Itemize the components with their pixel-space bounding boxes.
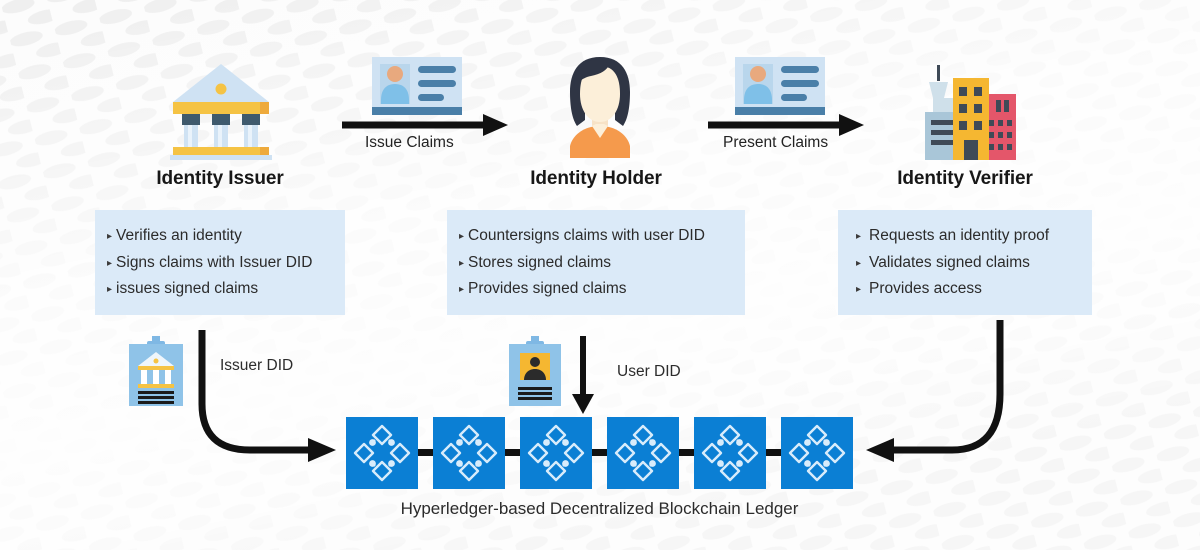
bullet-icon: ▸ xyxy=(107,257,113,269)
list-item: ▸ Requests an identity proof xyxy=(856,224,1082,251)
bullet-text: Requests an identity proof xyxy=(869,227,1050,244)
issuer-did-label: Issuer DID xyxy=(220,357,294,374)
list-item: ▸ Provides signed claims xyxy=(459,277,735,304)
panel-issuer: ▸ Verifies an identity ▸ Signs claims with… xyxy=(95,210,345,315)
ledger-connector xyxy=(679,449,695,456)
list-item: ▸ Stores signed claims xyxy=(459,251,735,278)
issuer-did-arrow xyxy=(198,330,336,462)
bullet-icon: ▸ xyxy=(459,284,465,295)
bullet-icon: ▸ xyxy=(856,231,862,242)
panel-holder: ▸ Countersigns claims with user DID ▸ Stor… xyxy=(447,210,745,315)
bank-icon xyxy=(168,58,274,165)
actor-title-verifier: Identity Verifier xyxy=(897,168,1033,189)
bullet-text: Provides signed claims xyxy=(468,280,627,297)
bullet-text: Stores signed claims xyxy=(468,253,612,271)
ledger-connector xyxy=(766,449,782,456)
ledger-block[interactable] xyxy=(607,417,679,489)
list-item: ▸ issues signed claims xyxy=(107,277,335,304)
hyperledger-logo-icon xyxy=(440,424,498,482)
bullet-text: Verifies an identity xyxy=(116,227,242,244)
id-card-icon-present xyxy=(735,57,825,120)
issuer-did-badge-icon xyxy=(129,336,183,411)
bullet-text: issues signed claims xyxy=(116,280,259,297)
list-item: ▸ Verifies an identity xyxy=(107,224,335,251)
bullet-icon: ▸ xyxy=(856,284,862,295)
list-item: ▸ Provides access xyxy=(856,277,1082,304)
list-item: ▸ Countersigns claims with user DID xyxy=(459,224,735,251)
bullet-icon: ▸ xyxy=(107,231,113,242)
ledger-block[interactable] xyxy=(694,417,766,489)
actor-title-holder: Identity Holder xyxy=(530,168,662,189)
verifier-ledger-arrow xyxy=(866,320,1004,462)
bullet-icon: ▸ xyxy=(459,231,465,242)
bullet-icon: ▸ xyxy=(856,257,862,269)
list-item: ▸ Signs claims with Issuer DID xyxy=(107,251,335,278)
bullet-icon: ▸ xyxy=(107,284,113,295)
user-did-label: User DID xyxy=(617,363,681,380)
hyperledger-logo-icon xyxy=(614,424,672,482)
hyperledger-logo-icon xyxy=(701,424,759,482)
bullet-icon: ▸ xyxy=(459,257,465,269)
ledger-block[interactable] xyxy=(346,417,418,489)
hyperledger-logo-icon xyxy=(527,424,585,482)
ledger-caption: Hyperledger-based Decentralized Blockcha… xyxy=(400,499,799,518)
ledger-connector xyxy=(418,449,434,456)
ledger-connector xyxy=(592,449,608,456)
id-card-icon-issue xyxy=(372,57,462,120)
person-avatar-icon xyxy=(561,54,639,163)
user-did-arrow xyxy=(572,336,594,414)
diagram-canvas: Issue Claims Present Claims Identity Iss… xyxy=(0,0,1200,550)
hyperledger-logo-icon xyxy=(788,424,846,482)
list-item: ▸ Validates signed claims xyxy=(856,251,1082,278)
ledger-block[interactable] xyxy=(433,417,505,489)
bullet-text: Provides access xyxy=(869,280,982,297)
user-did-badge-icon xyxy=(509,336,561,411)
hyperledger-logo-icon xyxy=(353,424,411,482)
ledger-connector xyxy=(505,449,521,456)
issue-claims-label: Issue Claims xyxy=(365,134,454,151)
present-claims-label: Present Claims xyxy=(723,134,829,151)
bullet-text: Countersigns claims with user DID xyxy=(468,227,705,244)
bullet-text: Signs claims with Issuer DID xyxy=(116,253,313,271)
ledger-block[interactable] xyxy=(520,417,592,489)
panel-verifier: ▸ Requests an identity proof ▸ Validates s… xyxy=(838,210,1092,315)
buildings-icon xyxy=(912,60,1020,165)
ledger-block[interactable] xyxy=(781,417,853,489)
actor-title-issuer: Identity Issuer xyxy=(156,168,284,189)
bullet-text: Validates signed claims xyxy=(869,253,1030,271)
